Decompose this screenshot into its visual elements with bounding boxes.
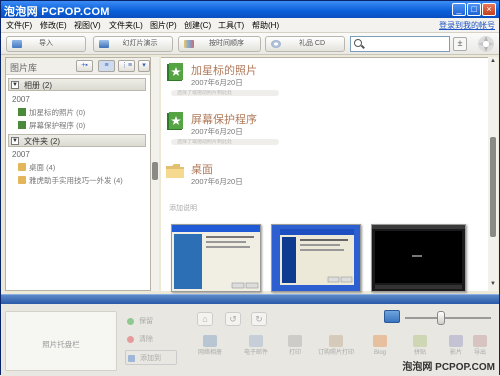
minimize-button[interactable]: _	[452, 3, 466, 16]
menu-folder[interactable]: 文件夹(L)	[109, 20, 143, 31]
email-icon	[249, 335, 263, 347]
slideshow-button[interactable]: 幻灯片演示	[93, 36, 173, 52]
hold-icon	[127, 318, 134, 325]
album-item[interactable]: 加星标的照片 (0)	[18, 107, 85, 118]
folder-icon	[18, 163, 26, 171]
main-scroll-thumb[interactable]	[490, 137, 496, 237]
footer-watermark: 泡泡网 PCPOP.COM	[402, 362, 495, 373]
green-album-icon	[167, 112, 183, 130]
hold-button[interactable]: 保留	[125, 314, 177, 329]
folder-item[interactable]: 雅虎助手实用技巧一外发 (4)	[18, 175, 123, 186]
toolbar: 导入 幻灯片演示 按时间顺序 礼品 CD ±	[1, 33, 499, 55]
photo-thumbnail[interactable]	[371, 224, 466, 292]
tag-button[interactable]: ⌂	[197, 312, 213, 326]
sidebar-scrollbar[interactable]	[151, 57, 159, 291]
collapse-icon[interactable]: ▼	[11, 137, 19, 145]
sign-in-link[interactable]: 登录到我的帐号	[439, 20, 495, 31]
add-caption-link[interactable]: 添加说明	[169, 203, 197, 213]
scroll-down-icon[interactable]: ▼	[489, 281, 497, 289]
installer-screenshot-image	[172, 225, 260, 291]
rotate-left-button[interactable]: ↺	[225, 312, 241, 326]
title-bar: 泡泡网 PCPOP.COM _ □ ×	[1, 1, 499, 18]
starred-album-icon	[18, 108, 26, 116]
library-sidebar: 图片库 +▪ ≡ ⋮≡ ▾ ▼ 相册 (2) 2007 加星标的照片 (0) 屏…	[5, 57, 151, 291]
view-options-button[interactable]: ▾	[138, 60, 150, 72]
picasa-logo-icon	[478, 36, 494, 52]
main-scrollbar[interactable]: ▲ ▼	[488, 57, 498, 291]
add-folder-button[interactable]: +▪	[76, 60, 93, 72]
timeline-button[interactable]: 按时间顺序	[178, 36, 261, 52]
menu-file[interactable]: 文件(F)	[6, 20, 32, 31]
menu-view[interactable]: 视图(V)	[74, 20, 101, 31]
folders-year: 2007	[12, 150, 30, 159]
clear-icon	[127, 336, 134, 343]
green-album-icon	[167, 63, 183, 81]
menu-bar: 文件(F) 修改(E) 视图(V) 文件夹(L) 图片(P) 创建(C) 工具(…	[1, 18, 499, 33]
add-to-album-button[interactable]: 添加到	[125, 350, 177, 365]
albums-year: 2007	[12, 95, 30, 104]
sidebar-scroll-thumb[interactable]	[152, 162, 158, 180]
scroll-up-icon[interactable]: ▲	[489, 58, 497, 66]
dark-screenshot-image	[372, 225, 465, 291]
maximize-button[interactable]: □	[467, 3, 481, 16]
folder-icon	[166, 164, 184, 178]
zoom-slider-knob[interactable]	[437, 311, 445, 325]
menu-edit[interactable]: 修改(E)	[40, 20, 67, 31]
search-options-button[interactable]: ±	[453, 37, 467, 51]
gift-cd-button[interactable]: 礼品 CD	[265, 36, 345, 52]
search-icon	[354, 39, 362, 47]
library-title: 图片库	[10, 63, 38, 73]
action-order-prints[interactable]: 订购照片打印	[313, 333, 359, 369]
import-button[interactable]: 导入	[6, 36, 86, 52]
order-prints-icon	[329, 335, 343, 347]
divider-strip	[1, 294, 499, 304]
album-item[interactable]: 屏幕保护程序 (0)	[18, 120, 85, 131]
albums-section-header[interactable]: ▼ 相册 (2)	[8, 78, 146, 91]
library-header: 图片库 +▪ ≡ ⋮≡ ▾	[6, 58, 150, 75]
menu-create[interactable]: 创建(C)	[184, 20, 211, 31]
web-album-icon	[203, 335, 217, 347]
photo-thumbnail[interactable]	[171, 224, 261, 292]
clear-button[interactable]: 清除	[125, 332, 177, 347]
rotate-right-button[interactable]: ↻	[251, 312, 267, 326]
search-input[interactable]	[350, 36, 450, 52]
close-button[interactable]: ×	[482, 3, 496, 16]
picasa-window: 泡泡网 PCPOP.COM _ □ × 文件(F) 修改(E) 视图(V) 文件…	[0, 0, 500, 376]
zoom-icon	[384, 310, 400, 323]
menu-help[interactable]: 帮助(H)	[252, 20, 279, 31]
action-web-album[interactable]: 网络相册	[187, 333, 233, 369]
menu-picture[interactable]: 图片(P)	[150, 20, 177, 31]
folder-item[interactable]: 桌面 (4)	[18, 162, 55, 173]
photo-thumbnail[interactable]	[271, 224, 361, 292]
print-icon	[288, 335, 302, 347]
photo-tray[interactable]: 照片托盘栏	[5, 311, 117, 371]
blog-icon	[373, 335, 387, 347]
export-icon	[473, 335, 487, 347]
zoom-slider[interactable]	[405, 317, 491, 319]
title-watermark: 泡泡网 PCPOP.COM	[4, 6, 110, 18]
folders-section-header[interactable]: ▼ 文件夹 (2)	[8, 134, 146, 147]
collage-icon	[413, 335, 427, 347]
flat-view-button[interactable]: ≡	[98, 60, 115, 72]
collapse-icon[interactable]: ▼	[11, 81, 19, 89]
screensaver-album-icon	[18, 121, 26, 129]
tree-view-button[interactable]: ⋮≡	[118, 60, 135, 72]
folder-icon	[18, 176, 26, 184]
action-print[interactable]: 打印	[272, 333, 318, 369]
installer-screenshot-image	[272, 225, 360, 291]
menu-tools[interactable]: 工具(T)	[218, 20, 244, 31]
album-icon	[128, 355, 135, 362]
lightbox-main: 加星标的照片 2007年6月20日 选择了或拖动照片到此处 屏幕保护程序 200…	[161, 57, 488, 292]
